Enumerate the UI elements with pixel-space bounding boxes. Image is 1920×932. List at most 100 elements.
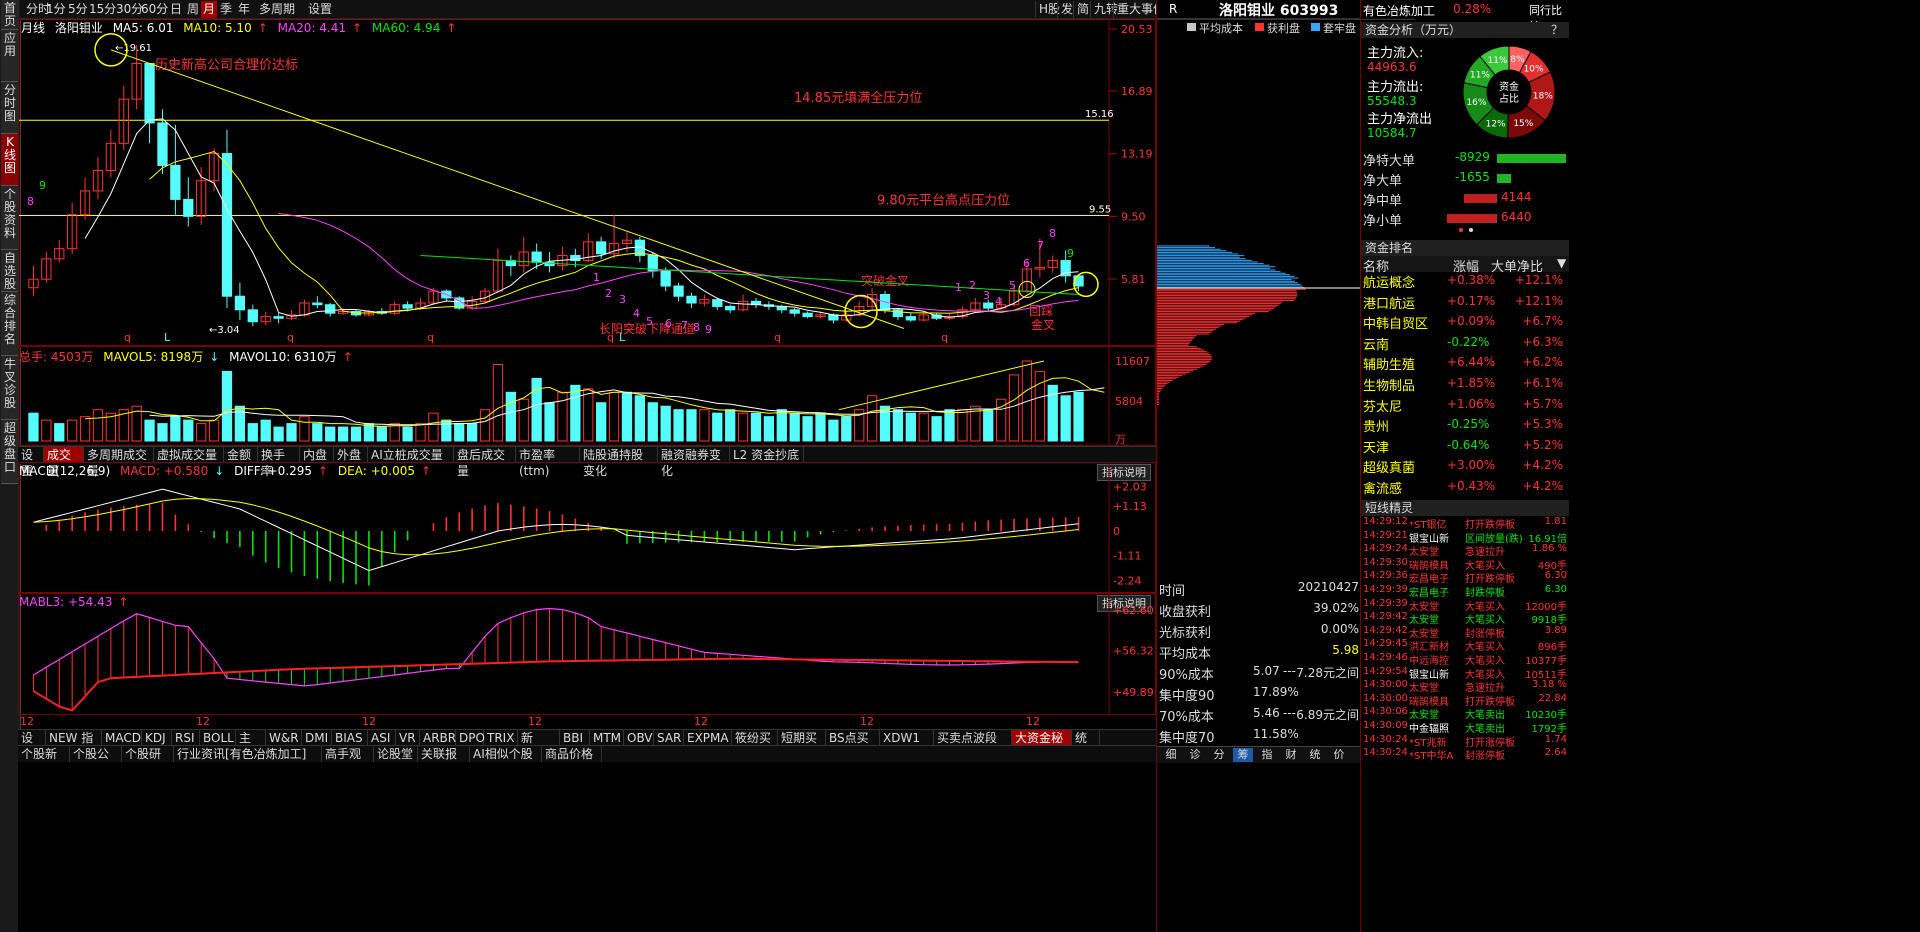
period-周[interactable]: 周 — [185, 1, 201, 18]
indtabs-tab-24[interactable]: XDW1买点 — [880, 730, 934, 761]
nav-3[interactable]: K 线 图 — [1, 134, 19, 186]
help-icon[interactable]: ？ — [1551, 22, 1563, 38]
indtabs-tab-9[interactable]: BIAS — [332, 730, 368, 746]
kline-pane[interactable]: 月线 洛阳钼业 MA5: 6.01 MA10: 5.10 ↑ MA20: 4.41… — [18, 18, 1156, 346]
newstabs-tab-4[interactable]: 高手观点 — [322, 746, 374, 777]
chip-tab-4[interactable]: 指 — [1257, 748, 1277, 762]
kline-chart[interactable]: 20.53 16.89 13.19 9.50 5.81 15.16 9.55 14.85元填满… — [19, 19, 1155, 345]
short-row[interactable]: 14:30:00 瑞鹄模具 打开跌停板 22.84 — [1361, 693, 1569, 708]
period-60分[interactable]: 60分 — [139, 1, 170, 18]
short-row[interactable]: 14:29:21 银宝山新 区间放量(跌) 16.91倍 — [1361, 530, 1569, 545]
short-row[interactable]: 14:29:54 银宝山新 大笔买入 10511手 — [1361, 666, 1569, 681]
voltabs-tab-3[interactable]: 虚拟成交量 — [154, 447, 224, 463]
voltabs-tab-10[interactable]: 市盈率(ttm) — [516, 447, 580, 478]
chip-chart[interactable] — [1157, 36, 1361, 576]
indtabs-tab-20[interactable]: EXPMA — [684, 730, 732, 746]
nav-2[interactable]: 分 时 图 — [1, 82, 19, 134]
chip-tab-1[interactable]: 诊 — [1185, 748, 1205, 762]
rank-row[interactable]: 芬太尼 +1.06% +5.7% — [1361, 396, 1569, 416]
nav-5[interactable]: 自 选 股 — [1, 250, 19, 292]
rank-row[interactable]: 超级真菌 +3.00% +4.2% — [1361, 457, 1569, 477]
indtabs-tab-23[interactable]: BS点买卖 — [826, 730, 880, 761]
voltabs-tab-8[interactable]: AI立桩成交量 — [368, 447, 454, 463]
nav-8[interactable]: 超 级 盘 口 — [1, 420, 19, 484]
voltabs-tab-4[interactable]: 金额 — [224, 447, 258, 463]
rank-row[interactable]: 禽流感 +0.43% +4.2% — [1361, 478, 1569, 498]
chip-tab-7[interactable]: 价 — [1329, 748, 1349, 762]
short-row[interactable]: 14:30:00 太安堂 急速拉升 3.18 % — [1361, 679, 1569, 694]
indtabs-tab-5[interactable]: BOLL — [200, 730, 236, 746]
short-row[interactable]: 14:30:09 中金辐照 大笔卖出 1792手 — [1361, 720, 1569, 735]
newstabs-tab-2[interactable]: 个股研报 — [122, 746, 174, 777]
period-季[interactable]: 季 — [218, 1, 234, 18]
newstabs-tab-1[interactable]: 个股公告 — [70, 746, 122, 777]
indtabs-tab-21[interactable]: 筱纷买点 — [732, 730, 778, 761]
short-row[interactable]: 14:29:46 中远海控 大笔买入 10377手 — [1361, 652, 1569, 667]
indtabs-tab-10[interactable]: ASI — [368, 730, 396, 746]
voltabs-tab-7[interactable]: 外盘 — [334, 447, 368, 463]
indtabs-tab-13[interactable]: DPO — [456, 730, 485, 746]
rank-row[interactable]: 辅助生殖 +6.44% +6.2% — [1361, 354, 1569, 374]
chip-tab-3[interactable]: 筹 — [1233, 748, 1253, 762]
indtabs-tab-3[interactable]: KDJ — [142, 730, 172, 746]
nav-6[interactable]: 综 合 排 名 — [1, 292, 19, 356]
short-row[interactable]: 14:30:24 *ST兆新 打开涨停板 1.74 — [1361, 734, 1569, 749]
indtabs-tab-8[interactable]: DMI — [302, 730, 332, 746]
indtabs-tab-14[interactable]: TRIX — [484, 730, 518, 746]
rank-row[interactable]: 贵州 -0.25% +5.3% — [1361, 416, 1569, 436]
newstabs-tab-6[interactable]: 关联报价 — [418, 746, 470, 777]
indtabs-tab-4[interactable]: RSI — [172, 730, 200, 746]
newstabs-tab-3[interactable]: 行业资讯[有色冶炼加工] — [174, 746, 322, 762]
rank-row[interactable]: 生物制品 +1.85% +6.1% — [1361, 375, 1569, 395]
short-row[interactable]: 14:29:42 太安堂 封涨停板 3.89 — [1361, 625, 1569, 640]
chip-tab-6[interactable]: 统 — [1305, 748, 1325, 762]
indtabs-tab-1[interactable]: NEW 指标广场 — [46, 730, 102, 761]
voltabs-tab-9[interactable]: 盘后成交量 — [454, 447, 516, 478]
indtabs-tab-15[interactable]: 新DMA — [518, 730, 560, 761]
newstabs-tab-5[interactable]: 论股堂 — [374, 746, 418, 762]
rank-row[interactable]: 港口航运 +0.17% +12.1% — [1361, 293, 1569, 313]
newstabs-tab-8[interactable]: 商品价格 — [542, 746, 602, 762]
mabl-pane[interactable]: MABL3: +54.43 ↑ 指标说明 +62.60 +56.32 +49.89 — [18, 593, 1156, 715]
short-row[interactable]: 14:29:45 洪汇新材 大笔买入 896手 — [1361, 638, 1569, 653]
indtabs-tab-2[interactable]: MACD — [102, 730, 142, 746]
period-日[interactable]: 日 — [168, 1, 184, 18]
period-设置[interactable]: 设置 — [306, 1, 334, 18]
chip-tab-5[interactable]: 财 — [1281, 748, 1301, 762]
period-年[interactable]: 年 — [236, 1, 252, 18]
macd-chart[interactable]: +2.03 +1.13 0 -1.11 -2.24 — [19, 463, 1155, 592]
indtabs-tab-11[interactable]: VR — [396, 730, 420, 746]
indtabs-tab-22[interactable]: 短期买卖 — [778, 730, 826, 761]
indtabs-tab-12[interactable]: ARBR — [420, 730, 456, 746]
nav-4[interactable]: 个 股 资 料 — [1, 186, 19, 250]
sort-desc-icon[interactable]: ▼ — [1557, 256, 1566, 270]
indtabs-tab-7[interactable]: W&R — [266, 730, 302, 746]
short-row[interactable]: 14:29:24 太安堂 急速拉升 1.86 % — [1361, 543, 1569, 558]
period-多周期[interactable]: 多周期 — [257, 1, 297, 18]
indtabs-tab-25[interactable]: 买卖点波段战法 — [934, 730, 1012, 761]
short-row[interactable]: 14:29:12 *ST银亿 打开跌停板 1.81 — [1361, 516, 1569, 531]
volume-pane[interactable]: 总手: 4503万 MAVOL5: 8198万 ↓ MAVOL10: 6310万 ↑… — [18, 346, 1156, 446]
volume-chart[interactable]: 11607 5804 万 — [19, 347, 1155, 445]
rank-row[interactable]: 中韩自贸区 +0.09% +6.7% — [1361, 313, 1569, 333]
newstabs-tab-7[interactable]: AI相似个股 — [470, 746, 542, 762]
rank-row[interactable]: 云南 -0.22% +6.3% — [1361, 334, 1569, 354]
voltabs-tab-2[interactable]: 多周期成交量 — [84, 447, 154, 478]
industry-name[interactable]: 有色冶炼加工 — [1363, 2, 1435, 19]
newstabs-tab-0[interactable]: 个股新闻 — [18, 746, 70, 777]
voltabs-tab-12[interactable]: 融资融券变化 — [658, 447, 730, 478]
short-row[interactable]: 14:29:42 太安堂 大笔买入 9918手 — [1361, 611, 1569, 626]
chip-tab-0[interactable]: 细 — [1161, 748, 1181, 762]
indtabs-tab-27[interactable]: 统态 — [1072, 730, 1100, 761]
voltabs-tab-0[interactable]: 设置 — [18, 447, 44, 478]
indtabs-tab-6[interactable]: 主力 — [236, 730, 266, 761]
voltabs-tab-1[interactable]: 成交量 — [44, 447, 84, 478]
nav-0[interactable]: 首 页 — [1, 0, 19, 30]
page-dot[interactable] — [1459, 228, 1463, 232]
indtabs-tab-16[interactable]: BBI — [560, 730, 590, 746]
indtabs-tab-0[interactable]: 设置 — [18, 730, 46, 761]
chip-tab-2[interactable]: 分 — [1209, 748, 1229, 762]
nav-7[interactable]: 牛 叉 诊 股 — [1, 356, 19, 420]
period-月[interactable]: 月 — [201, 1, 218, 18]
short-row[interactable]: 14:30:24 *ST中华A 封涨停板 2.64 — [1361, 747, 1569, 762]
